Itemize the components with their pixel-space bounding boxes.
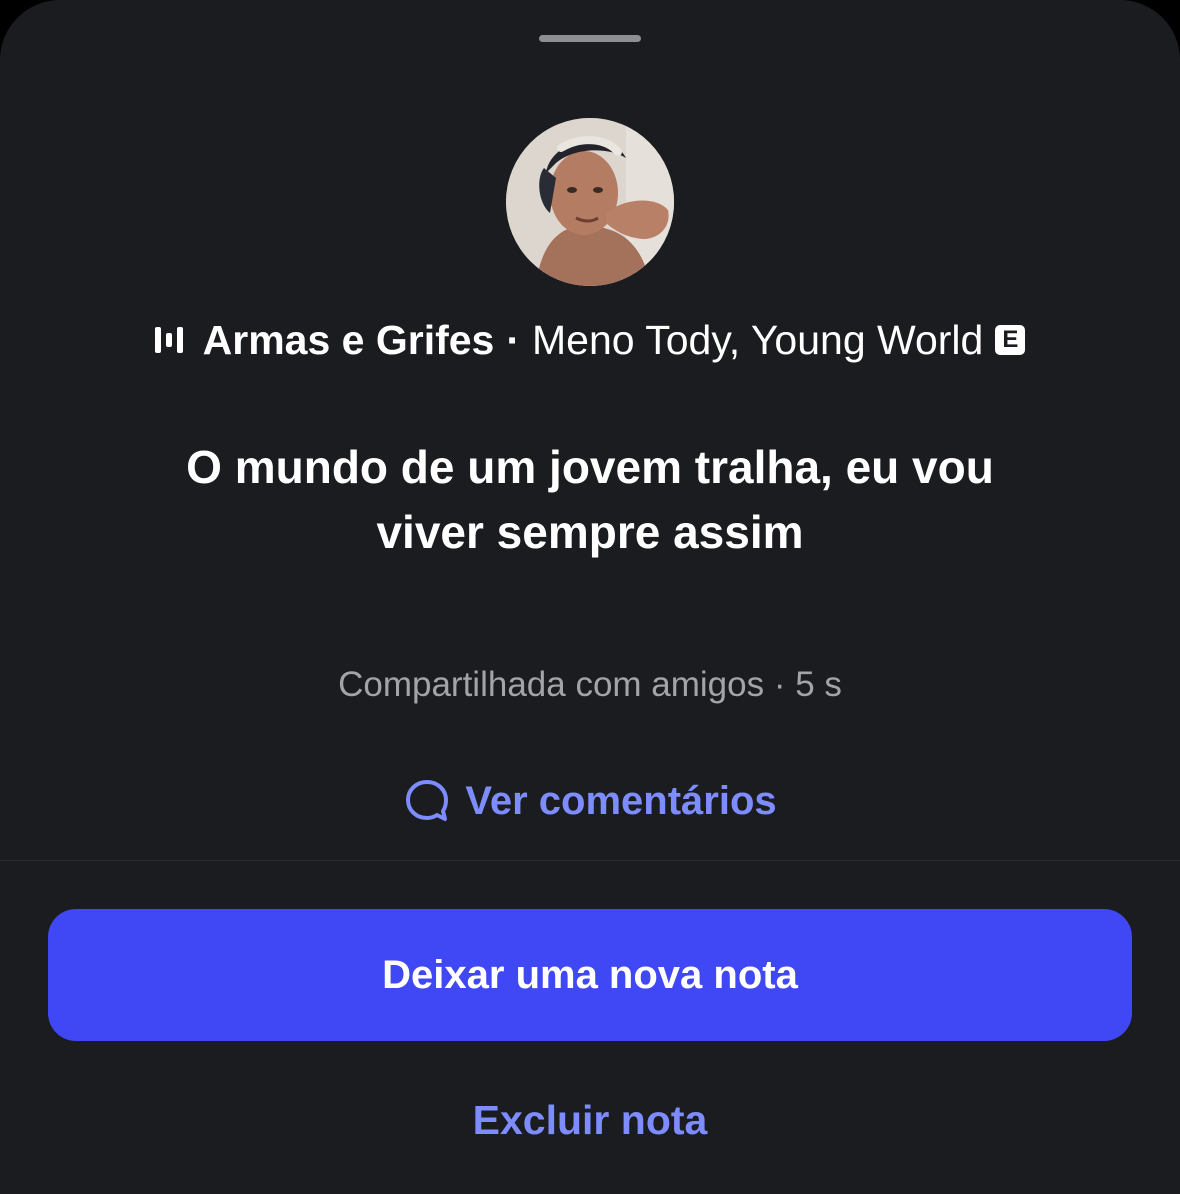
- song-attachment[interactable]: Armas e Grifes · Meno Tody, Young World …: [0, 312, 1180, 368]
- music-bars-icon: [154, 325, 183, 355]
- view-comments-link[interactable]: Ver comentários: [0, 773, 1180, 829]
- note-text: O mundo de um jovem tralha, eu vou viver…: [186, 441, 994, 558]
- view-comments-label: Ver comentários: [465, 778, 777, 823]
- note-meta: Compartilhada com amigos · 5 s: [338, 665, 842, 704]
- song-title: Armas e Grifes: [202, 316, 495, 363]
- comment-bubble-icon: [406, 780, 449, 821]
- explicit-badge: E: [995, 325, 1026, 355]
- delete-note-button[interactable]: Excluir nota: [0, 1092, 1180, 1148]
- song-separator: ·: [506, 316, 521, 363]
- drag-handle[interactable]: [539, 35, 641, 42]
- note-bottom-sheet: Armas e Grifes · Meno Tody, Young World …: [0, 0, 1180, 1194]
- avatar[interactable]: [506, 118, 674, 286]
- leave-new-note-button[interactable]: Deixar uma nova nota: [48, 909, 1132, 1041]
- divider: [0, 860, 1180, 861]
- song-artist: Meno Tody, Young World: [532, 316, 984, 363]
- avatar-photo: [506, 118, 674, 286]
